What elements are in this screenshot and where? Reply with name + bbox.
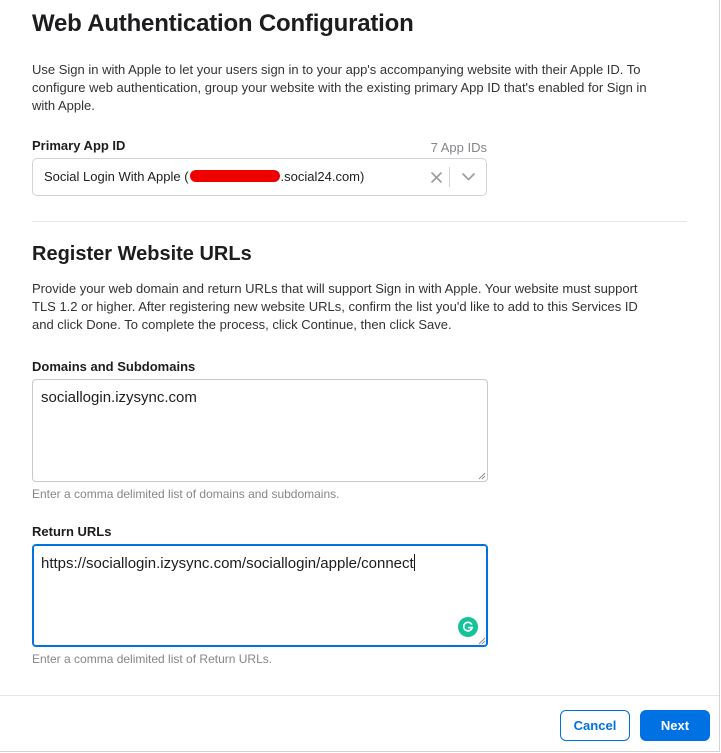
app-id-count: 7 App IDs <box>430 140 487 155</box>
chevron-down-icon <box>462 173 475 181</box>
return-urls-value: https://sociallogin.izysync.com/sociallo… <box>41 555 414 572</box>
return-urls-textarea[interactable]: https://sociallogin.izysync.com/sociallo… <box>32 544 488 647</box>
page-title: Web Authentication Configuration <box>32 10 414 37</box>
footer-divider <box>0 695 719 696</box>
primary-app-id-value-suffix: .social24.com) <box>280 169 365 184</box>
dropdown-toggle-button[interactable] <box>451 159 486 195</box>
grammarly-glyph-icon <box>462 621 474 632</box>
domains-hint: Enter a comma delimited list of domains … <box>32 487 340 501</box>
primary-app-id-select[interactable]: Social Login With Apple ( .social24.com) <box>32 158 487 196</box>
grammarly-icon[interactable] <box>458 617 478 637</box>
select-separator <box>449 167 450 187</box>
primary-app-id-value-prefix: Social Login With Apple ( <box>44 169 189 184</box>
return-urls-label: Return URLs <box>32 524 112 539</box>
cancel-button[interactable]: Cancel <box>560 710 630 741</box>
next-button[interactable]: Next <box>640 710 710 741</box>
primary-app-id-value: Social Login With Apple ( .social24.com) <box>44 169 364 184</box>
section-divider <box>32 221 687 222</box>
clear-selection-button[interactable] <box>421 159 451 195</box>
domains-value: sociallogin.izysync.com <box>41 389 197 406</box>
domains-label: Domains and Subdomains <box>32 359 196 374</box>
close-icon <box>430 171 442 183</box>
resize-handle-icon[interactable] <box>477 636 486 645</box>
redaction-mark <box>189 170 280 182</box>
page-description: Use Sign in with Apple to let your users… <box>32 62 647 113</box>
return-urls-hint: Enter a comma delimited list of Return U… <box>32 652 273 666</box>
section-title: Register Website URLs <box>32 243 252 265</box>
domains-textarea[interactable]: sociallogin.izysync.com <box>32 379 488 482</box>
text-caret <box>413 554 415 571</box>
primary-app-id-label: Primary App ID <box>32 138 126 153</box>
resize-handle-icon[interactable] <box>477 471 486 480</box>
section-description: Provide your web domain and return URLs … <box>32 281 638 332</box>
